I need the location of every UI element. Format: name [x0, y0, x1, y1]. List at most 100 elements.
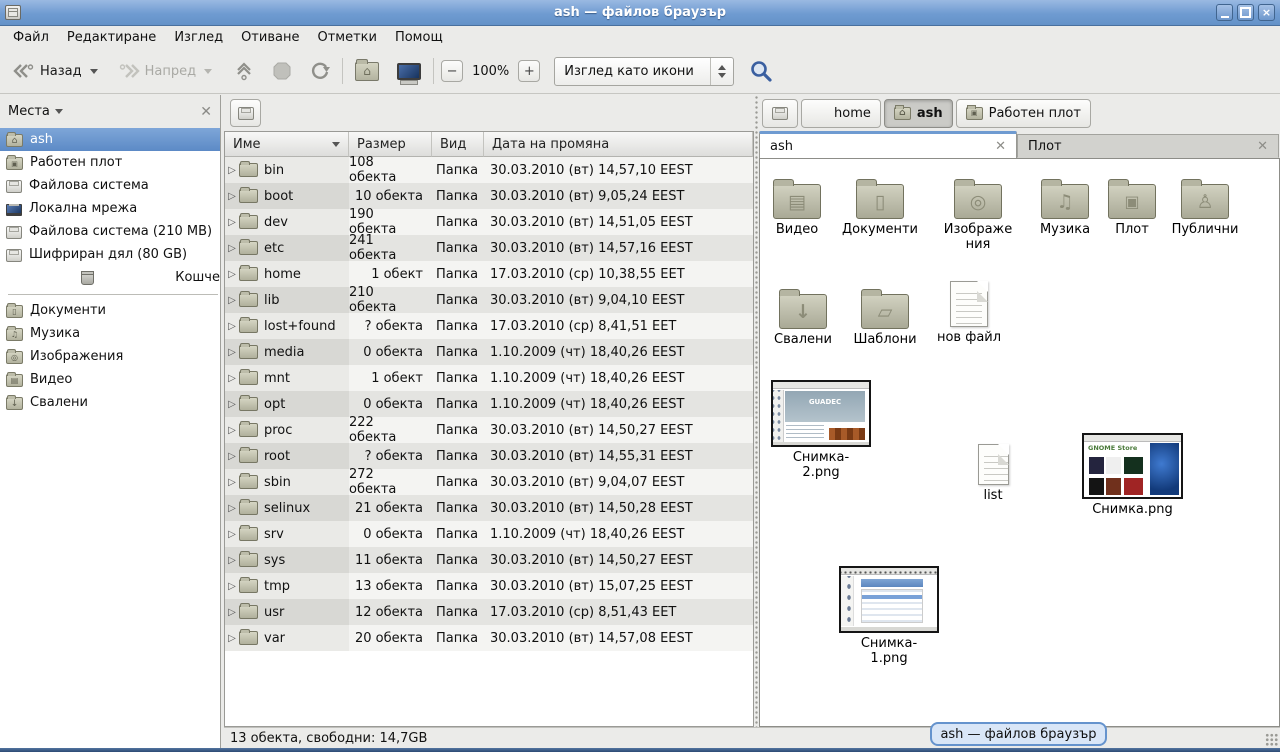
file-icon[interactable] [773, 175, 821, 219]
table-row[interactable]: ▷ media 0 обекта Папка 1.10.2009 (чт) 18… [225, 339, 753, 365]
file-icon-item[interactable]: GNOME Store Снимка.png [1082, 429, 1183, 517]
table-row[interactable]: ▷ home 1 обект Папка 17.03.2010 (ср) 10,… [225, 261, 753, 287]
table-row[interactable]: ▷ lost+found ? обекта Папка 17.03.2010 (… [225, 313, 753, 339]
table-row[interactable]: ▷ etc 241 обекта Папка 30.03.2010 (вт) 1… [225, 235, 753, 261]
expander-icon[interactable]: ▷ [225, 425, 239, 436]
file-icon[interactable]: GUADEC [771, 376, 871, 447]
table-row[interactable]: ▷ var 20 обекта Папка 30.03.2010 (вт) 14… [225, 625, 753, 651]
icon-view[interactable]: Видео [759, 158, 1280, 727]
file-icon-item[interactable]: list [953, 443, 1033, 503]
expander-icon[interactable]: ▷ [225, 503, 239, 514]
sidebar-item[interactable]: Документи [0, 299, 220, 322]
file-icon-item[interactable]: Видео [759, 175, 837, 237]
file-icon-item[interactable]: Публични [1165, 175, 1245, 237]
path-button[interactable] [762, 99, 798, 128]
column-header-type[interactable]: Вид [432, 132, 484, 157]
table-row[interactable]: ▷ opt 0 обекта Папка 1.10.2009 (чт) 18,4… [225, 391, 753, 417]
file-icon-item[interactable]: нов файл [929, 283, 1009, 345]
expander-icon[interactable]: ▷ [225, 633, 239, 644]
menu-item[interactable]: Помощ [386, 28, 452, 47]
resize-grip[interactable] [1265, 733, 1278, 746]
up-button[interactable] [229, 57, 259, 85]
expander-icon[interactable]: ▷ [225, 373, 239, 384]
expander-icon[interactable]: ▷ [225, 269, 239, 280]
back-dropdown-icon[interactable] [90, 69, 98, 74]
sidebar-title[interactable]: Места [8, 104, 50, 119]
table-row[interactable]: ▷ selinux 21 обекта Папка 30.03.2010 (вт… [225, 495, 753, 521]
back-button[interactable]: Назад [8, 58, 103, 84]
file-icon-item[interactable]: Документи [840, 175, 920, 237]
path-button[interactable]: ash [884, 99, 953, 128]
reload-button[interactable] [305, 57, 335, 85]
file-icon-item[interactable]: GUADEC Снимка-2.png [771, 376, 871, 481]
expander-icon[interactable]: ▷ [225, 555, 239, 566]
view-mode-select[interactable]: Изглед като икони [554, 57, 734, 86]
file-icon[interactable] [856, 175, 904, 219]
table-row[interactable]: ▷ bin 108 обекта Папка 30.03.2010 (вт) 1… [225, 157, 753, 183]
sidebar-item[interactable]: Изображения [0, 345, 220, 368]
file-icon[interactable] [839, 562, 939, 633]
sidebar-close-icon[interactable]: ✕ [200, 104, 212, 120]
file-icon[interactable] [978, 443, 1009, 485]
menu-item[interactable]: Файл [4, 28, 58, 47]
expander-icon[interactable]: ▷ [225, 529, 239, 540]
close-button[interactable]: × [1258, 4, 1275, 21]
table-row[interactable]: ▷ lib 210 обекта Папка 30.03.2010 (вт) 9… [225, 287, 753, 313]
computer-button[interactable] [392, 59, 426, 84]
file-icon[interactable] [1041, 175, 1089, 219]
chevron-down-icon[interactable] [55, 109, 63, 114]
file-icon-item[interactable]: Шаблони [845, 285, 925, 347]
expander-icon[interactable]: ▷ [225, 607, 239, 618]
file-icon-item[interactable]: Свалени [763, 285, 843, 347]
column-header-size[interactable]: Размер [349, 132, 432, 157]
sidebar-item[interactable]: Работен плот [0, 151, 220, 174]
table-row[interactable]: ▷ dev 190 обекта Папка 30.03.2010 (вт) 1… [225, 209, 753, 235]
taskbar-window-button[interactable]: ash — файлов браузър [930, 722, 1107, 746]
expander-icon[interactable]: ▷ [225, 451, 239, 462]
file-icon[interactable] [861, 285, 909, 329]
expander-icon[interactable]: ▷ [225, 321, 239, 332]
sidebar-item[interactable]: ash [0, 128, 220, 151]
file-icon-item[interactable]: Изображения [938, 175, 1018, 253]
column-header-name[interactable]: Име [225, 132, 349, 157]
minimize-button[interactable] [1216, 4, 1233, 21]
path-button[interactable]: Работен плот [956, 99, 1091, 128]
table-row[interactable]: ▷ proc 222 обекта Папка 30.03.2010 (вт) … [225, 417, 753, 443]
menu-item[interactable]: Отиване [232, 28, 308, 47]
expander-icon[interactable]: ▷ [225, 165, 239, 176]
sidebar-item[interactable]: Видео [0, 368, 220, 391]
sidebar-item[interactable]: Музика [0, 322, 220, 345]
file-icon[interactable] [954, 175, 1002, 219]
menu-item[interactable]: Редактиране [58, 28, 165, 47]
path-button[interactable]: home [801, 99, 881, 128]
table-row[interactable]: ▷ tmp 13 обекта Папка 30.03.2010 (вт) 15… [225, 573, 753, 599]
titlebar[interactable]: ash — файлов браузър × [0, 0, 1280, 26]
expander-icon[interactable]: ▷ [225, 243, 239, 254]
forward-dropdown-icon[interactable] [204, 69, 212, 74]
sidebar-item[interactable]: Свалени [0, 391, 220, 414]
tab[interactable]: Плот ✕ [1017, 134, 1279, 158]
sidebar-item[interactable] [0, 289, 220, 299]
file-icon-item[interactable]: Плот [1092, 175, 1172, 237]
table-row[interactable]: ▷ srv 0 обекта Папка 1.10.2009 (чт) 18,4… [225, 521, 753, 547]
menu-item[interactable]: Изглед [165, 28, 232, 47]
sidebar-item[interactable]: Шифриран дял (80 GB) [0, 243, 220, 266]
tab-close-icon[interactable]: ✕ [995, 139, 1006, 154]
expander-icon[interactable]: ▷ [225, 399, 239, 410]
table-row[interactable]: ▷ root ? обекта Папка 30.03.2010 (вт) 14… [225, 443, 753, 469]
expander-icon[interactable]: ▷ [225, 581, 239, 592]
forward-button[interactable]: Напред [113, 58, 217, 84]
sidebar-item[interactable]: Файлова система (210 MB) [0, 220, 220, 243]
expander-icon[interactable]: ▷ [225, 191, 239, 202]
zoom-out-button[interactable]: − [441, 60, 463, 82]
maximize-button[interactable] [1237, 4, 1254, 21]
file-icon[interactable]: GNOME Store [1082, 429, 1183, 499]
sidebar-item[interactable]: Локална мрежа [0, 197, 220, 220]
column-header-date[interactable]: Дата на промяна [484, 132, 753, 157]
sidebar-item[interactable]: Кошче [0, 266, 220, 289]
table-row[interactable]: ▷ sys 11 обекта Папка 30.03.2010 (вт) 14… [225, 547, 753, 573]
tab-close-icon[interactable]: ✕ [1257, 139, 1268, 154]
table-row[interactable]: ▷ usr 12 обекта Папка 17.03.2010 (ср) 8,… [225, 599, 753, 625]
filesystem-root-button[interactable] [230, 99, 261, 127]
file-icon[interactable] [1181, 175, 1229, 219]
